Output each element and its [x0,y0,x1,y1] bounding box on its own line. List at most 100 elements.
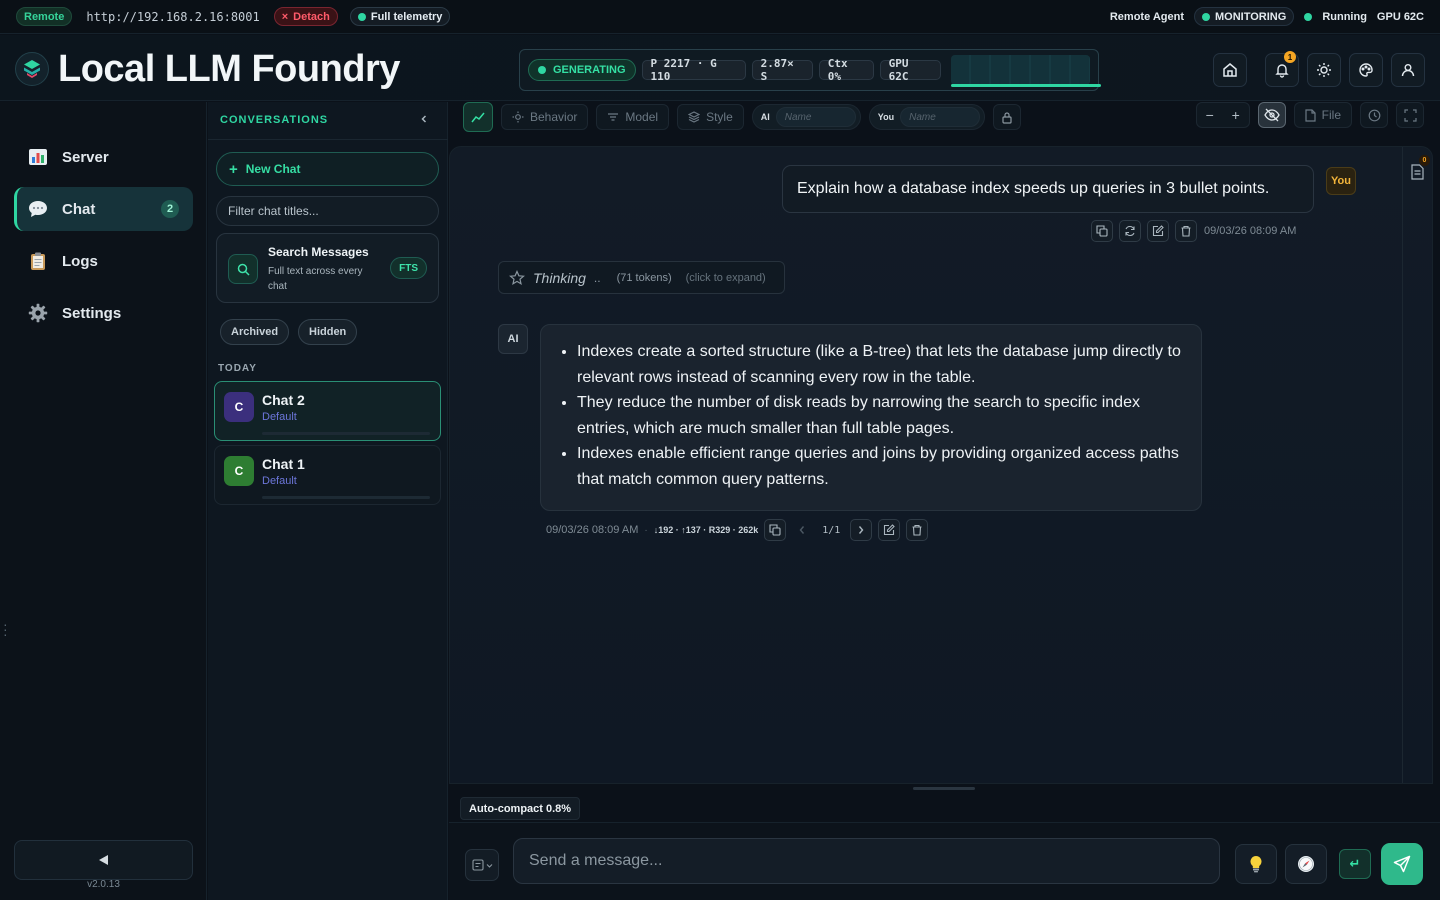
collapse-panel-button[interactable] [419,112,429,127]
sun-small-icon [512,111,524,123]
chat-list-item[interactable]: C Chat 2 Default [214,381,441,441]
app-title: Local LLM Foundry [58,48,400,90]
conversations-panel: CONVERSATIONS + New Chat Search Messages… [208,102,448,900]
filter-chats-input[interactable] [216,196,439,226]
monitoring-dot-icon [1202,12,1211,21]
enter-mode-button[interactable]: ↵ [1339,849,1371,879]
composer-resize-handle[interactable] [913,787,975,790]
user-message: Explain how a database index speeds up q… [782,165,1314,213]
model-button[interactable]: Model [596,104,670,130]
nav-item-logs[interactable]: Logs [14,239,193,283]
chat-toolbar: Behavior Model Style AI You − + File [449,102,1440,132]
conversations-title: CONVERSATIONS [220,114,329,126]
delete-button[interactable] [1175,220,1197,242]
generating-label: GENERATING [553,64,626,76]
chat-title: Chat 2 [262,392,305,408]
search-messages-card[interactable]: Search Messages Full text across every c… [216,233,439,303]
star-icon [509,269,525,285]
compass-button[interactable] [1285,844,1327,884]
ai-message-actions: 09/03/26 08:09 AM · ↓192 · ↑137 · R329 ·… [546,519,929,541]
edit-button[interactable] [1147,220,1169,242]
stats-toggle-button[interactable] [463,102,493,132]
chevron-down-icon [486,863,492,868]
zoom-out-button[interactable]: − [1197,103,1223,127]
server-url: http://192.168.2.16:8001 [86,9,260,24]
version-pager: 1/1 [822,524,841,536]
send-button[interactable] [1381,843,1423,885]
auto-compact-badge: Auto-compact 0.8% [460,797,581,820]
notifications-button[interactable]: 1 [1265,51,1299,87]
gear-icon [28,303,48,323]
chat-title: Chat 1 [262,456,305,472]
zoom-in-button[interactable]: + [1223,103,1249,127]
search-messages-subtitle: Full text across every chat [268,266,363,292]
group-heading-today: TODAY [218,363,257,374]
hide-toggle-button[interactable] [1257,102,1286,128]
behavior-button[interactable]: Behavior [501,104,589,130]
delete-button[interactable] [906,519,929,541]
app-logo-icon [15,52,49,86]
previous-version-button[interactable] [792,519,812,541]
nav-item-chat[interactable]: Chat 2 [14,187,193,231]
thinking-block[interactable]: Thinking .. (71 tokens) (click to expand… [498,261,785,294]
edit-button[interactable] [878,519,901,541]
lightbulb-icon [1250,855,1262,873]
clock-icon [1368,109,1380,121]
thinking-tokens: (71 tokens) [616,271,672,284]
user-button[interactable] [1391,53,1425,87]
theme-toggle-button[interactable] [1307,53,1341,87]
nav-item-settings[interactable]: Settings [14,291,193,335]
palette-button[interactable] [1349,53,1383,87]
collapse-nav-button[interactable] [14,840,193,880]
speech-bubble-icon [29,201,47,217]
nav-label-chat: Chat [62,200,96,218]
copy-button[interactable] [1091,220,1113,242]
chevron-right-icon [859,526,864,534]
file-button[interactable]: File [1293,102,1352,128]
chat-avatar: C [224,392,254,422]
lock-button[interactable] [993,104,1022,130]
ai-avatar: AI [498,324,528,354]
message-input[interactable] [513,838,1220,884]
nav-label-settings: Settings [62,304,122,322]
next-version-button[interactable] [850,519,873,541]
chevron-left-icon [799,526,805,534]
palette-icon [1359,63,1373,77]
chat-model: Default [262,411,297,423]
drag-handle-icon[interactable]: · · · [3,617,8,641]
attach-button[interactable] [465,849,499,881]
user-name-field: You [868,104,986,130]
telemetry-toggle[interactable]: Full telemetry [349,7,451,26]
new-chat-button[interactable]: + New Chat [216,152,439,186]
fullscreen-button[interactable] [1396,102,1424,128]
trend-icon [471,112,485,123]
edit-icon [884,524,896,536]
history-button[interactable] [1360,102,1388,128]
attachment-icon [471,859,484,871]
ideas-button[interactable] [1235,844,1277,884]
detach-button[interactable]: × Detach [273,7,338,26]
bell-icon [1275,64,1289,78]
hidden-filter-button[interactable]: Hidden [298,319,358,345]
style-button[interactable]: Style [677,104,744,130]
file-label: File [1321,108,1341,122]
bar-chart-icon [29,149,47,165]
fts-badge: FTS [390,257,427,279]
user-name-input[interactable] [900,107,981,127]
eye-off-icon [1263,108,1280,122]
document-icon [1410,164,1424,180]
ai-name-input[interactable] [775,107,856,127]
archived-filter-button[interactable]: Archived [220,319,290,345]
chat-list-item[interactable]: C Chat 1 Default [214,445,441,505]
regenerate-button[interactable] [1119,220,1141,242]
nav-item-server[interactable]: Server [14,135,193,179]
chat-avatar: C [224,456,254,486]
search-messages-title: Search Messages [268,245,369,259]
home-button[interactable] [1213,53,1247,87]
chat-messages[interactable]: 0 Explain how a database index speeds up… [449,146,1433,784]
nav-label-logs: Logs [62,252,98,270]
edit-icon [1152,225,1164,237]
copy-button[interactable] [764,519,787,541]
user-avatar: You [1326,167,1356,195]
speed-stat: 2.87× S [751,57,813,83]
